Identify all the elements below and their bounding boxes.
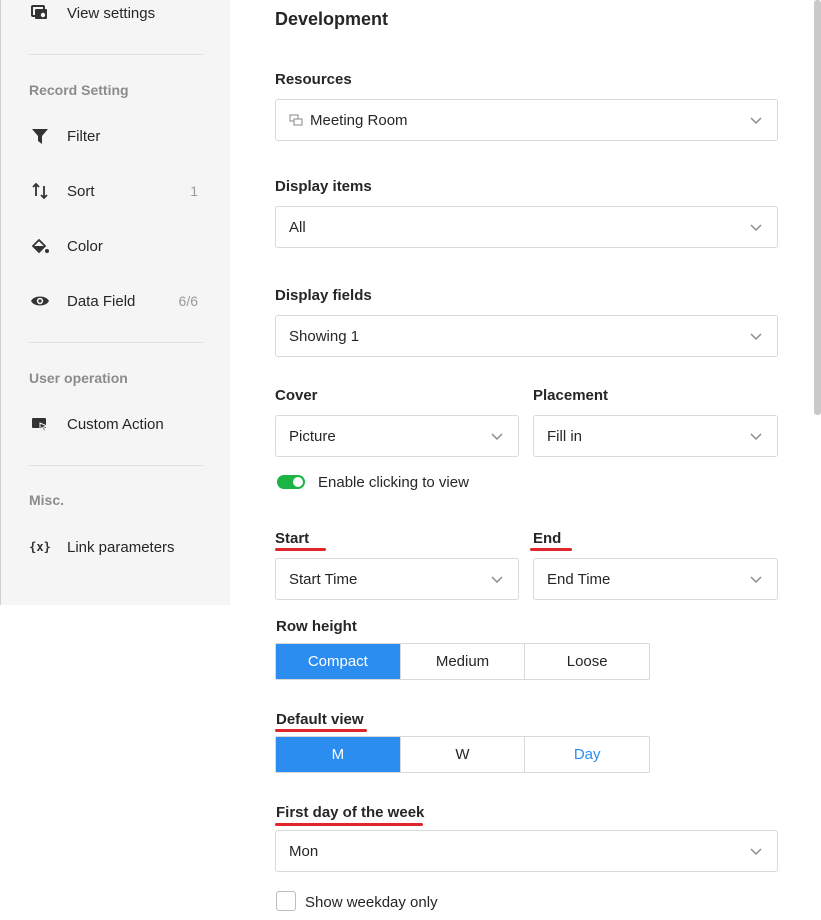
default-view-option-month[interactable]: M (276, 737, 401, 772)
sort-count-badge: 1 (190, 183, 198, 199)
display-fields-label: Display fields (275, 287, 372, 304)
sidebar-item-sort[interactable]: Sort 1 (1, 171, 231, 211)
annotation-underline (275, 729, 367, 732)
first-day-value: Mon (289, 842, 319, 860)
chevron-down-icon (491, 433, 503, 441)
cover-label: Cover (275, 387, 318, 404)
show-weekday-only-checkbox[interactable] (276, 891, 296, 911)
row-height-option-medium[interactable]: Medium (401, 644, 526, 679)
row-height-option-compact[interactable]: Compact (276, 644, 401, 679)
sidebar-item-label: Link parameters (67, 538, 175, 556)
chevron-down-icon (750, 576, 762, 584)
first-day-select[interactable]: Mon (275, 830, 778, 872)
resources-value: Meeting Room (310, 111, 408, 129)
row-height-label: Row height (276, 618, 357, 635)
row-height-option-loose[interactable]: Loose (525, 644, 649, 679)
sidebar-item-view-settings[interactable]: View settings (1, 0, 231, 33)
paint-bucket-icon (29, 235, 51, 257)
section-heading-misc: Misc. (29, 492, 65, 508)
chevron-down-icon (491, 576, 503, 584)
end-label: End (533, 530, 562, 547)
chevron-down-icon (750, 117, 762, 125)
default-view-label: Default view (276, 711, 364, 728)
divider (29, 465, 203, 466)
sort-icon (29, 180, 51, 202)
data-field-count: 6/6 (178, 293, 198, 309)
annotation-underline (275, 823, 423, 826)
cover-value: Picture (289, 427, 336, 445)
placement-select[interactable]: Fill in (533, 415, 778, 457)
eye-icon (29, 290, 51, 312)
chevron-down-icon (750, 848, 762, 856)
display-items-value: All (289, 218, 306, 236)
divider (29, 342, 203, 343)
default-view-option-week[interactable]: W (401, 737, 526, 772)
sidebar-item-label: Color (67, 237, 103, 255)
start-value: Start Time (289, 570, 358, 588)
resources-label: Resources (275, 71, 352, 88)
divider (29, 54, 203, 55)
show-weekday-only-label: Show weekday only (305, 894, 438, 911)
meeting-room-icon (289, 114, 303, 126)
sidebar-item-label: View settings (67, 4, 156, 22)
start-label: Start (275, 530, 310, 547)
page-title: Development (275, 9, 389, 29)
annotation-underline (275, 548, 326, 551)
default-view-segmented-control: M W Day (275, 736, 650, 773)
sidebar-item-label: Filter (67, 127, 101, 145)
cover-select[interactable]: Picture (275, 415, 519, 457)
chevron-down-icon (750, 224, 762, 232)
end-value: End Time (547, 570, 611, 588)
display-fields-value: Showing 1 (289, 327, 360, 345)
custom-action-icon (29, 413, 51, 435)
enable-clicking-label: Enable clicking to view (318, 474, 469, 491)
display-items-label: Display items (275, 178, 372, 195)
filter-icon (29, 125, 51, 147)
sidebar-item-label: Custom Action (67, 415, 164, 433)
sidebar-item-color[interactable]: Color (1, 226, 231, 266)
view-settings-icon (29, 2, 51, 24)
end-select[interactable]: End Time (533, 558, 778, 600)
sidebar-item-label: Sort (67, 182, 95, 200)
resources-select[interactable]: Meeting Room (275, 99, 778, 141)
sidebar-item-label: Data Field (67, 292, 136, 310)
chevron-down-icon (750, 433, 762, 441)
enable-clicking-toggle[interactable] (277, 475, 305, 489)
sidebar-item-data-field[interactable]: Data Field 6/6 (1, 281, 231, 321)
vertical-scrollbar[interactable] (814, 0, 821, 415)
default-view-option-day[interactable]: Day (525, 737, 649, 772)
section-heading-record-setting: Record Setting (29, 82, 129, 98)
first-day-label: First day of the week (276, 804, 425, 821)
toggle-knob (293, 477, 303, 487)
placement-value: Fill in (547, 427, 583, 445)
sidebar-item-filter[interactable]: Filter (1, 116, 231, 156)
placement-label: Placement (533, 387, 609, 404)
section-heading-user-operation: User operation (29, 370, 128, 386)
sidebar-item-custom-action[interactable]: Custom Action (1, 404, 231, 444)
chevron-down-icon (750, 333, 762, 341)
row-height-segmented-control: Compact Medium Loose (275, 643, 650, 680)
display-items-select[interactable]: All (275, 206, 778, 248)
variable-braces-icon: {x} (29, 540, 51, 554)
display-fields-select[interactable]: Showing 1 (275, 315, 778, 357)
settings-sidebar: View settings Record Setting Filter Sort… (0, 0, 230, 605)
start-select[interactable]: Start Time (275, 558, 519, 600)
sidebar-item-link-parameters[interactable]: {x} Link parameters (1, 527, 231, 567)
annotation-underline (530, 548, 572, 551)
